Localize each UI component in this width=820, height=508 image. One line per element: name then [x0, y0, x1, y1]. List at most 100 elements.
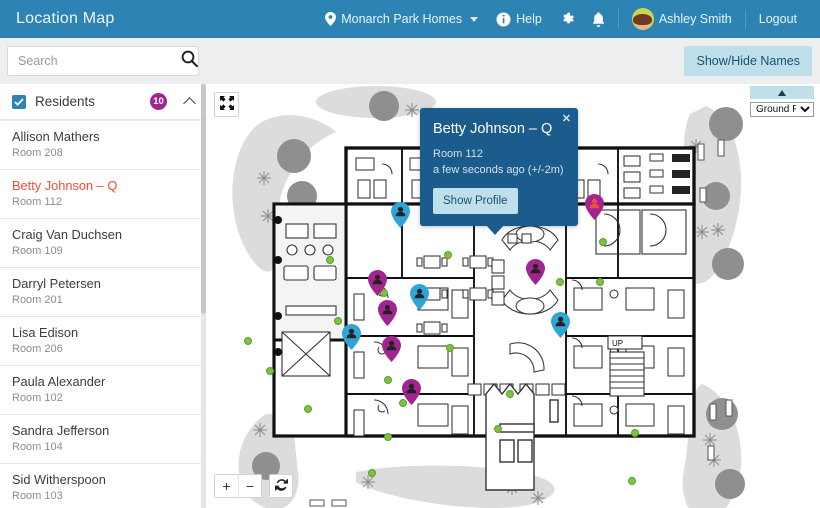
logout-button[interactable]: Logout [750, 12, 806, 26]
resident-room: Room 208 [12, 147, 63, 159]
resident-name: Craig Van Duchsen [12, 227, 123, 242]
resident-marker[interactable] [391, 202, 410, 228]
fullscreen-icon [219, 96, 234, 113]
list-item[interactable]: Lisa Edison Room 206 [0, 317, 206, 366]
sensor-dot [556, 278, 564, 286]
resident-name: Paula Alexander [12, 374, 106, 389]
sensor-dot [494, 425, 502, 433]
resident-marker[interactable] [526, 259, 545, 285]
settings-button[interactable] [551, 12, 583, 26]
group-title: Residents [35, 94, 96, 109]
resident-marker[interactable] [342, 324, 361, 350]
sensor-dot [596, 278, 604, 286]
sensor-dot [384, 376, 392, 384]
resident-marker[interactable] [382, 336, 401, 362]
list-item[interactable]: Paula Alexander Room 102 [0, 366, 206, 415]
location-map-app: Location Map Monarch Park Homes Help Ash… [0, 0, 820, 508]
site-name: Monarch Park Homes [341, 12, 463, 26]
resident-marker-selected[interactable] [585, 194, 604, 220]
show-hide-names-button[interactable]: Show/Hide Names [684, 46, 812, 76]
resident-marker[interactable] [368, 270, 387, 296]
close-icon[interactable]: ✕ [562, 112, 571, 125]
search-input[interactable] [16, 53, 181, 69]
info-icon [496, 12, 511, 27]
list-item[interactable]: Allison Mathers Room 208 [0, 121, 206, 170]
resident-name: Lisa Edison [12, 325, 79, 340]
map-toolbar: Show/Hide Names [206, 38, 820, 84]
residents-list[interactable]: Allison Mathers Room 208 Betty Johnson – Q… [0, 120, 206, 508]
resident-popup: ✕ Betty Johnson – Q Room 112 a few secon… [420, 108, 578, 235]
popup-room: Room 112 [433, 148, 483, 160]
header-actions: Monarch Park Homes Help Ashley Smith Log… [316, 0, 806, 38]
gear-icon [560, 12, 574, 26]
zoom-out-button[interactable]: − [238, 475, 261, 497]
resident-room: Room 112 [12, 196, 62, 208]
avatar [631, 8, 654, 30]
resident-room: Room 206 [12, 343, 63, 355]
list-item[interactable]: Betty Johnson – Q Room 112 [0, 170, 206, 219]
floor-control: Ground Floor [750, 86, 814, 117]
floor-up-button[interactable] [750, 86, 814, 99]
floor-select[interactable]: Ground Floor [750, 102, 814, 117]
refresh-icon [274, 478, 288, 494]
resident-name: Darryl Petersen [12, 276, 101, 291]
resident-room: Room 201 [12, 294, 63, 306]
map-zoom-controls: + − [214, 474, 293, 498]
resident-name: Betty Johnson – Q [12, 178, 118, 193]
popup-title: Betty Johnson – Q [433, 121, 553, 137]
resident-marker[interactable] [402, 379, 421, 405]
search-container [0, 38, 206, 84]
refresh-button[interactable] [269, 474, 293, 498]
notifications-button[interactable] [583, 11, 614, 27]
resident-name: Allison Mathers [12, 129, 100, 144]
app-body: Residents 10 Allison Mathers Room 208 Bett… [0, 38, 820, 508]
help-label: Help [516, 12, 542, 26]
user-name: Ashley Smith [658, 12, 732, 26]
list-item[interactable]: Darryl Petersen Room 201 [0, 268, 206, 317]
resident-marker[interactable] [378, 300, 397, 326]
list-item[interactable]: Craig Van Duchsen Room 109 [0, 219, 206, 268]
sidebar: Residents 10 Allison Mathers Room 208 Bett… [0, 38, 206, 508]
logout-label: Logout [758, 12, 797, 26]
triangle-up-icon [778, 89, 786, 96]
app-header: Location Map Monarch Park Homes Help Ash… [0, 0, 820, 38]
search-icon[interactable] [181, 50, 199, 72]
sensor-dot [628, 477, 636, 485]
bell-icon [592, 11, 605, 27]
list-item[interactable]: Sandra Jefferson Room 104 [0, 415, 206, 464]
resident-marker[interactable] [551, 312, 570, 338]
resident-marker[interactable] [410, 284, 429, 310]
zoom-in-button[interactable]: + [215, 475, 238, 497]
resident-room: Room 103 [12, 490, 63, 502]
sensor-dot [244, 337, 252, 345]
sensor-dot [368, 469, 376, 477]
group-header-residents[interactable]: Residents 10 [0, 84, 206, 120]
list-item[interactable]: Sid Witherspoon Room 103 [0, 464, 206, 508]
residents-count-badge: 10 [150, 93, 167, 110]
map-pin-icon [325, 12, 337, 26]
resident-name: Sid Witherspoon [12, 472, 106, 487]
residents-checkbox[interactable] [12, 94, 26, 109]
site-selector[interactable]: Monarch Park Homes [316, 12, 487, 26]
floor-plan-map[interactable]: Ground Floor + − UP ✕ Betty Johnson – Q … [206, 84, 820, 508]
chevron-up-icon[interactable] [185, 96, 196, 107]
show-profile-button[interactable]: Show Profile [433, 188, 518, 214]
fullscreen-button[interactable] [214, 92, 239, 117]
sensor-dot [334, 317, 342, 325]
page-title: Location Map [16, 10, 115, 27]
resident-name: Sandra Jefferson [12, 423, 110, 438]
resident-room: Room 109 [12, 245, 63, 257]
search-box[interactable] [7, 46, 199, 76]
resident-room: Room 104 [12, 441, 63, 453]
chevron-down-icon [470, 16, 479, 22]
help-button[interactable]: Help [487, 12, 551, 27]
popup-timestamp: a few seconds ago (+/-2m) [433, 164, 564, 176]
divider [617, 9, 619, 29]
sensor-dot [326, 256, 334, 264]
sensor-dot [599, 238, 607, 246]
sensor-dot [384, 433, 392, 441]
divider [744, 9, 746, 29]
map-panel: Show/Hide Names Ground Floor + − UP ✕ Be… [206, 38, 820, 508]
user-menu[interactable]: Ashley Smith [623, 8, 741, 30]
sensor-dot [266, 367, 274, 375]
